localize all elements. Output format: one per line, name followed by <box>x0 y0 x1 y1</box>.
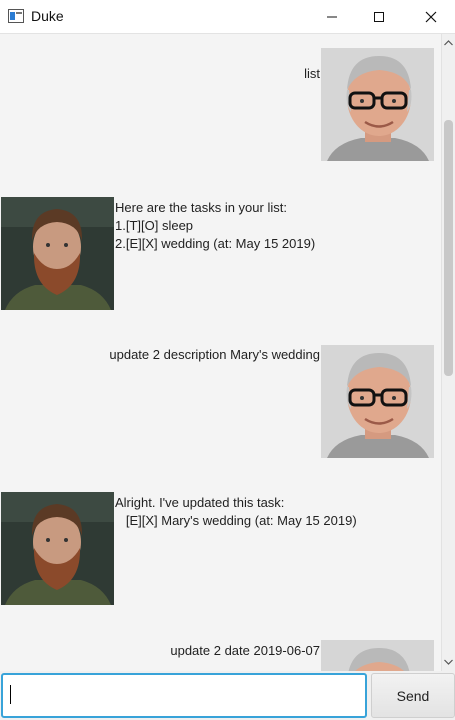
minimize-icon <box>327 16 337 17</box>
bot-message-text: Alright. I've updated this task: [E][X] … <box>115 495 357 528</box>
scroll-down-button[interactable] <box>442 655 455 669</box>
bot-message-text: Here are the tasks in your list: 1.[T][O… <box>115 200 316 251</box>
app-icon <box>8 9 24 23</box>
close-button[interactable] <box>408 0 454 33</box>
minimize-button[interactable] <box>309 0 355 33</box>
user-message-text: update 2 description Mary's wedding <box>109 347 320 362</box>
user-avatar-icon <box>321 640 434 671</box>
message-input[interactable] <box>1 673 367 718</box>
user-message-text: list <box>304 66 320 81</box>
chat-scroll-pane[interactable]: list Here are the tasks in your list: 1.… <box>0 34 441 671</box>
chevron-down-icon <box>444 659 453 665</box>
title-bar: Duke <box>0 0 455 34</box>
vertical-scrollbar[interactable] <box>441 34 455 671</box>
scroll-thumb[interactable] <box>444 120 453 376</box>
user-message-text: update 2 date 2019-06-07 <box>170 643 320 658</box>
text-caret <box>10 685 11 704</box>
input-bar: Send <box>0 671 455 720</box>
user-avatar-icon <box>321 48 434 161</box>
maximize-icon <box>374 11 384 22</box>
scroll-up-button[interactable] <box>442 36 455 50</box>
close-icon <box>425 11 437 22</box>
window-title: Duke <box>31 8 64 24</box>
bot-avatar-icon <box>1 197 114 310</box>
chevron-up-icon <box>444 40 453 46</box>
send-button[interactable]: Send <box>371 673 455 718</box>
bot-avatar-icon <box>1 492 114 605</box>
maximize-button[interactable] <box>356 0 402 33</box>
user-avatar-icon <box>321 345 434 458</box>
